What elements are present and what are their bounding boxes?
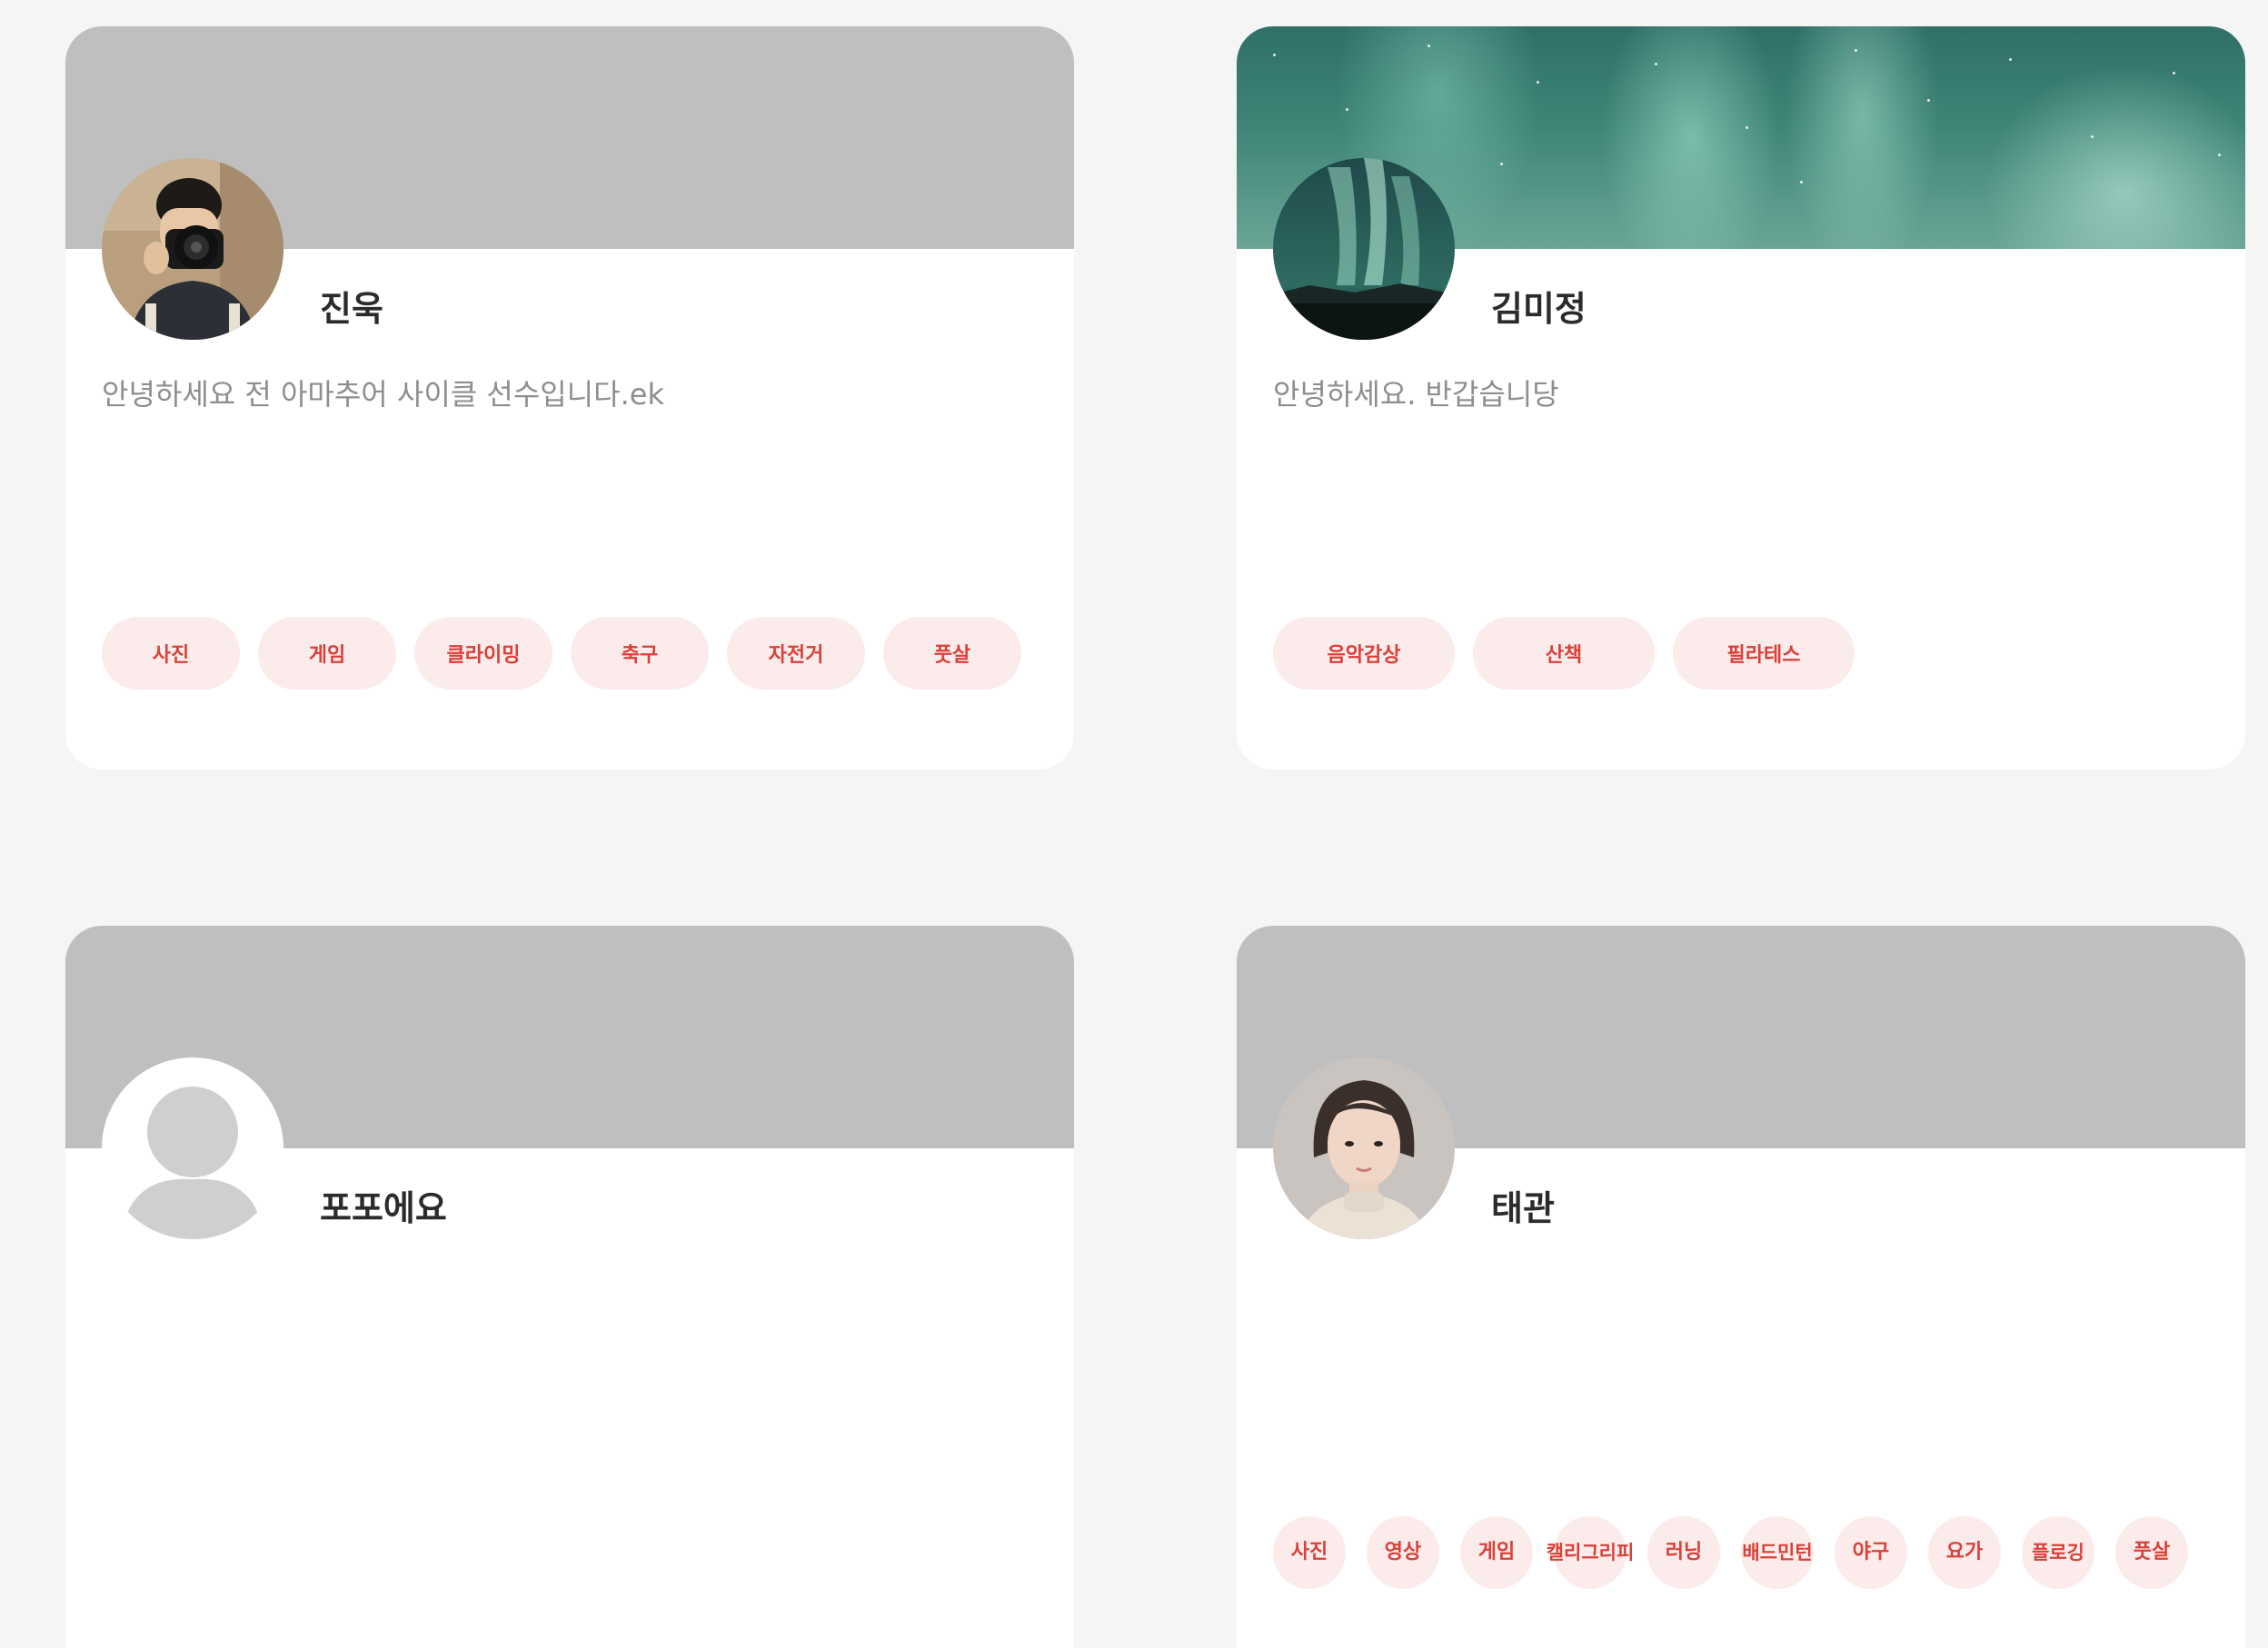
- profile-name: 진욱: [320, 289, 383, 329]
- interest-tag[interactable]: 자전거: [727, 617, 865, 690]
- man-with-camera-photo: [102, 158, 284, 340]
- star-icon: [1346, 108, 1348, 111]
- profile-name: 김미정: [1491, 289, 1587, 329]
- interest-tag[interactable]: 배드민턴: [1741, 1516, 1814, 1589]
- star-icon: [2218, 154, 2221, 156]
- star-icon: [1655, 63, 1657, 65]
- profile-card[interactable]: 포포에요: [65, 926, 1074, 1648]
- interest-tags: 사진 영상 게임 캘리그리피 러닝 배드민턴 야구 요가 플로깅 풋살: [1273, 1516, 2188, 1589]
- interest-tag[interactable]: 사진: [102, 617, 240, 690]
- star-icon: [1500, 163, 1503, 165]
- interest-tag[interactable]: 요가: [1928, 1516, 2001, 1589]
- profile-name: 포포에요: [320, 1188, 447, 1228]
- interest-tag[interactable]: 음악감상: [1273, 617, 1455, 690]
- interest-tag[interactable]: 클라이밍: [414, 617, 552, 690]
- interest-tag[interactable]: 영상: [1367, 1516, 1439, 1589]
- avatar[interactable]: [102, 158, 284, 340]
- interest-tag[interactable]: 산책: [1473, 617, 1655, 690]
- star-icon: [1855, 49, 1857, 52]
- star-icon: [1927, 99, 1930, 102]
- interest-tag[interactable]: 플로깅: [2022, 1516, 2094, 1589]
- interest-tag[interactable]: 게임: [258, 617, 396, 690]
- interest-tag[interactable]: 러닝: [1647, 1516, 1720, 1589]
- interest-tags: 사진 게임 클라이밍 축구 자전거 풋살: [102, 617, 1021, 690]
- interest-tag[interactable]: 캘리그리피: [1547, 1516, 1634, 1589]
- interest-tag[interactable]: 풋살: [2115, 1516, 2188, 1589]
- star-icon: [1800, 181, 1803, 184]
- interest-tag[interactable]: 사진: [1273, 1516, 1346, 1589]
- aurora-photo: [1273, 158, 1455, 340]
- interest-tag[interactable]: 축구: [571, 617, 709, 690]
- star-icon: [2009, 58, 2012, 61]
- profile-card[interactable]: 태관 사진 영상 게임 캘리그리피 러닝 배드민턴 야구 요가 플로깅 풋살: [1237, 926, 2245, 1648]
- star-icon: [1427, 45, 1430, 47]
- interest-tags: 음악감상 산책 필라테스: [1273, 617, 1855, 690]
- interest-tag[interactable]: 게임: [1460, 1516, 1533, 1589]
- star-icon: [2091, 135, 2094, 138]
- profile-card[interactable]: 진욱 안녕하세요 전 아마추어 사이클 선수입니다.ek 사진 게임 클라이밍 …: [65, 26, 1074, 769]
- woman-portrait-photo: [1273, 1057, 1455, 1239]
- profile-name: 태관: [1491, 1188, 1555, 1228]
- default-user-icon: [102, 1057, 284, 1239]
- interest-tag[interactable]: 풋살: [883, 617, 1021, 690]
- avatar[interactable]: [1273, 158, 1455, 340]
- star-icon: [1537, 81, 1539, 84]
- avatar[interactable]: [1273, 1057, 1455, 1239]
- star-icon: [2173, 72, 2175, 74]
- profile-bio: 안녕하세요 전 아마추어 사이클 선수입니다.ek: [102, 377, 664, 412]
- interest-tag[interactable]: 필라테스: [1673, 617, 1855, 690]
- profile-bio: 안녕하세요. 반갑습니당: [1273, 377, 1559, 412]
- star-icon: [1273, 54, 1276, 56]
- profile-card[interactable]: 김미정 안녕하세요. 반갑습니당 음악감상 산책 필라테스: [1237, 26, 2245, 769]
- interest-tag[interactable]: 야구: [1835, 1516, 1907, 1589]
- avatar[interactable]: [102, 1057, 284, 1239]
- star-icon: [1746, 126, 1748, 129]
